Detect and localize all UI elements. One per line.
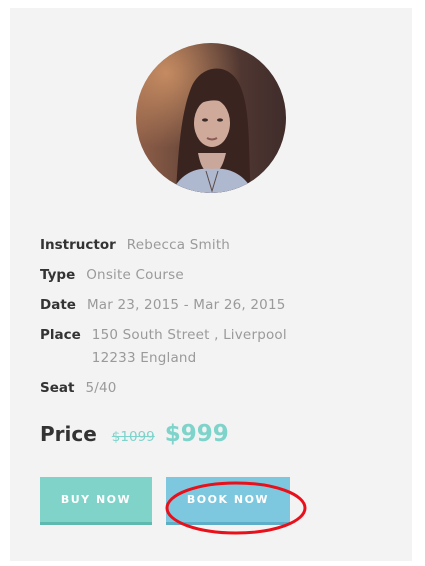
type-row: Type Onsite Course	[40, 264, 400, 287]
place-row: Place 150 South Street , Liverpool 12233…	[40, 324, 400, 370]
instructor-value: Rebecca Smith	[126, 237, 231, 253]
date-row: Date Mar 23, 2015 - Mar 26, 2015	[40, 294, 400, 317]
type-value: Onsite Course	[86, 267, 184, 283]
date-value: Mar 23, 2015 - Mar 26, 2015	[86, 297, 286, 313]
sale-price: $999	[164, 421, 229, 447]
course-card: Instructor Rebecca Smith Type Onsite Cou…	[10, 8, 412, 561]
instructor-label: Instructor	[40, 237, 116, 253]
price-row: Price $1099 $999	[40, 421, 229, 455]
place-value: 150 South Street , Liverpool 12233 Engla…	[91, 327, 287, 366]
instructor-photo	[136, 43, 286, 193]
instructor-row: Instructor Rebecca Smith	[40, 234, 400, 257]
seat-value: 5/40	[85, 380, 117, 396]
date-label: Date	[40, 297, 76, 313]
original-price: $1099	[111, 429, 155, 445]
seat-row: Seat 5/40	[40, 377, 400, 400]
course-details: Instructor Rebecca Smith Type Onsite Cou…	[40, 234, 400, 407]
price-label: Price	[40, 422, 97, 446]
instructor-avatar	[136, 43, 286, 193]
type-label: Type	[40, 267, 76, 283]
seat-label: Seat	[40, 380, 75, 396]
buy-now-button[interactable]: BUY NOW	[40, 477, 152, 525]
place-label: Place	[40, 327, 81, 343]
book-now-button[interactable]: BOOK NOW	[166, 477, 290, 525]
